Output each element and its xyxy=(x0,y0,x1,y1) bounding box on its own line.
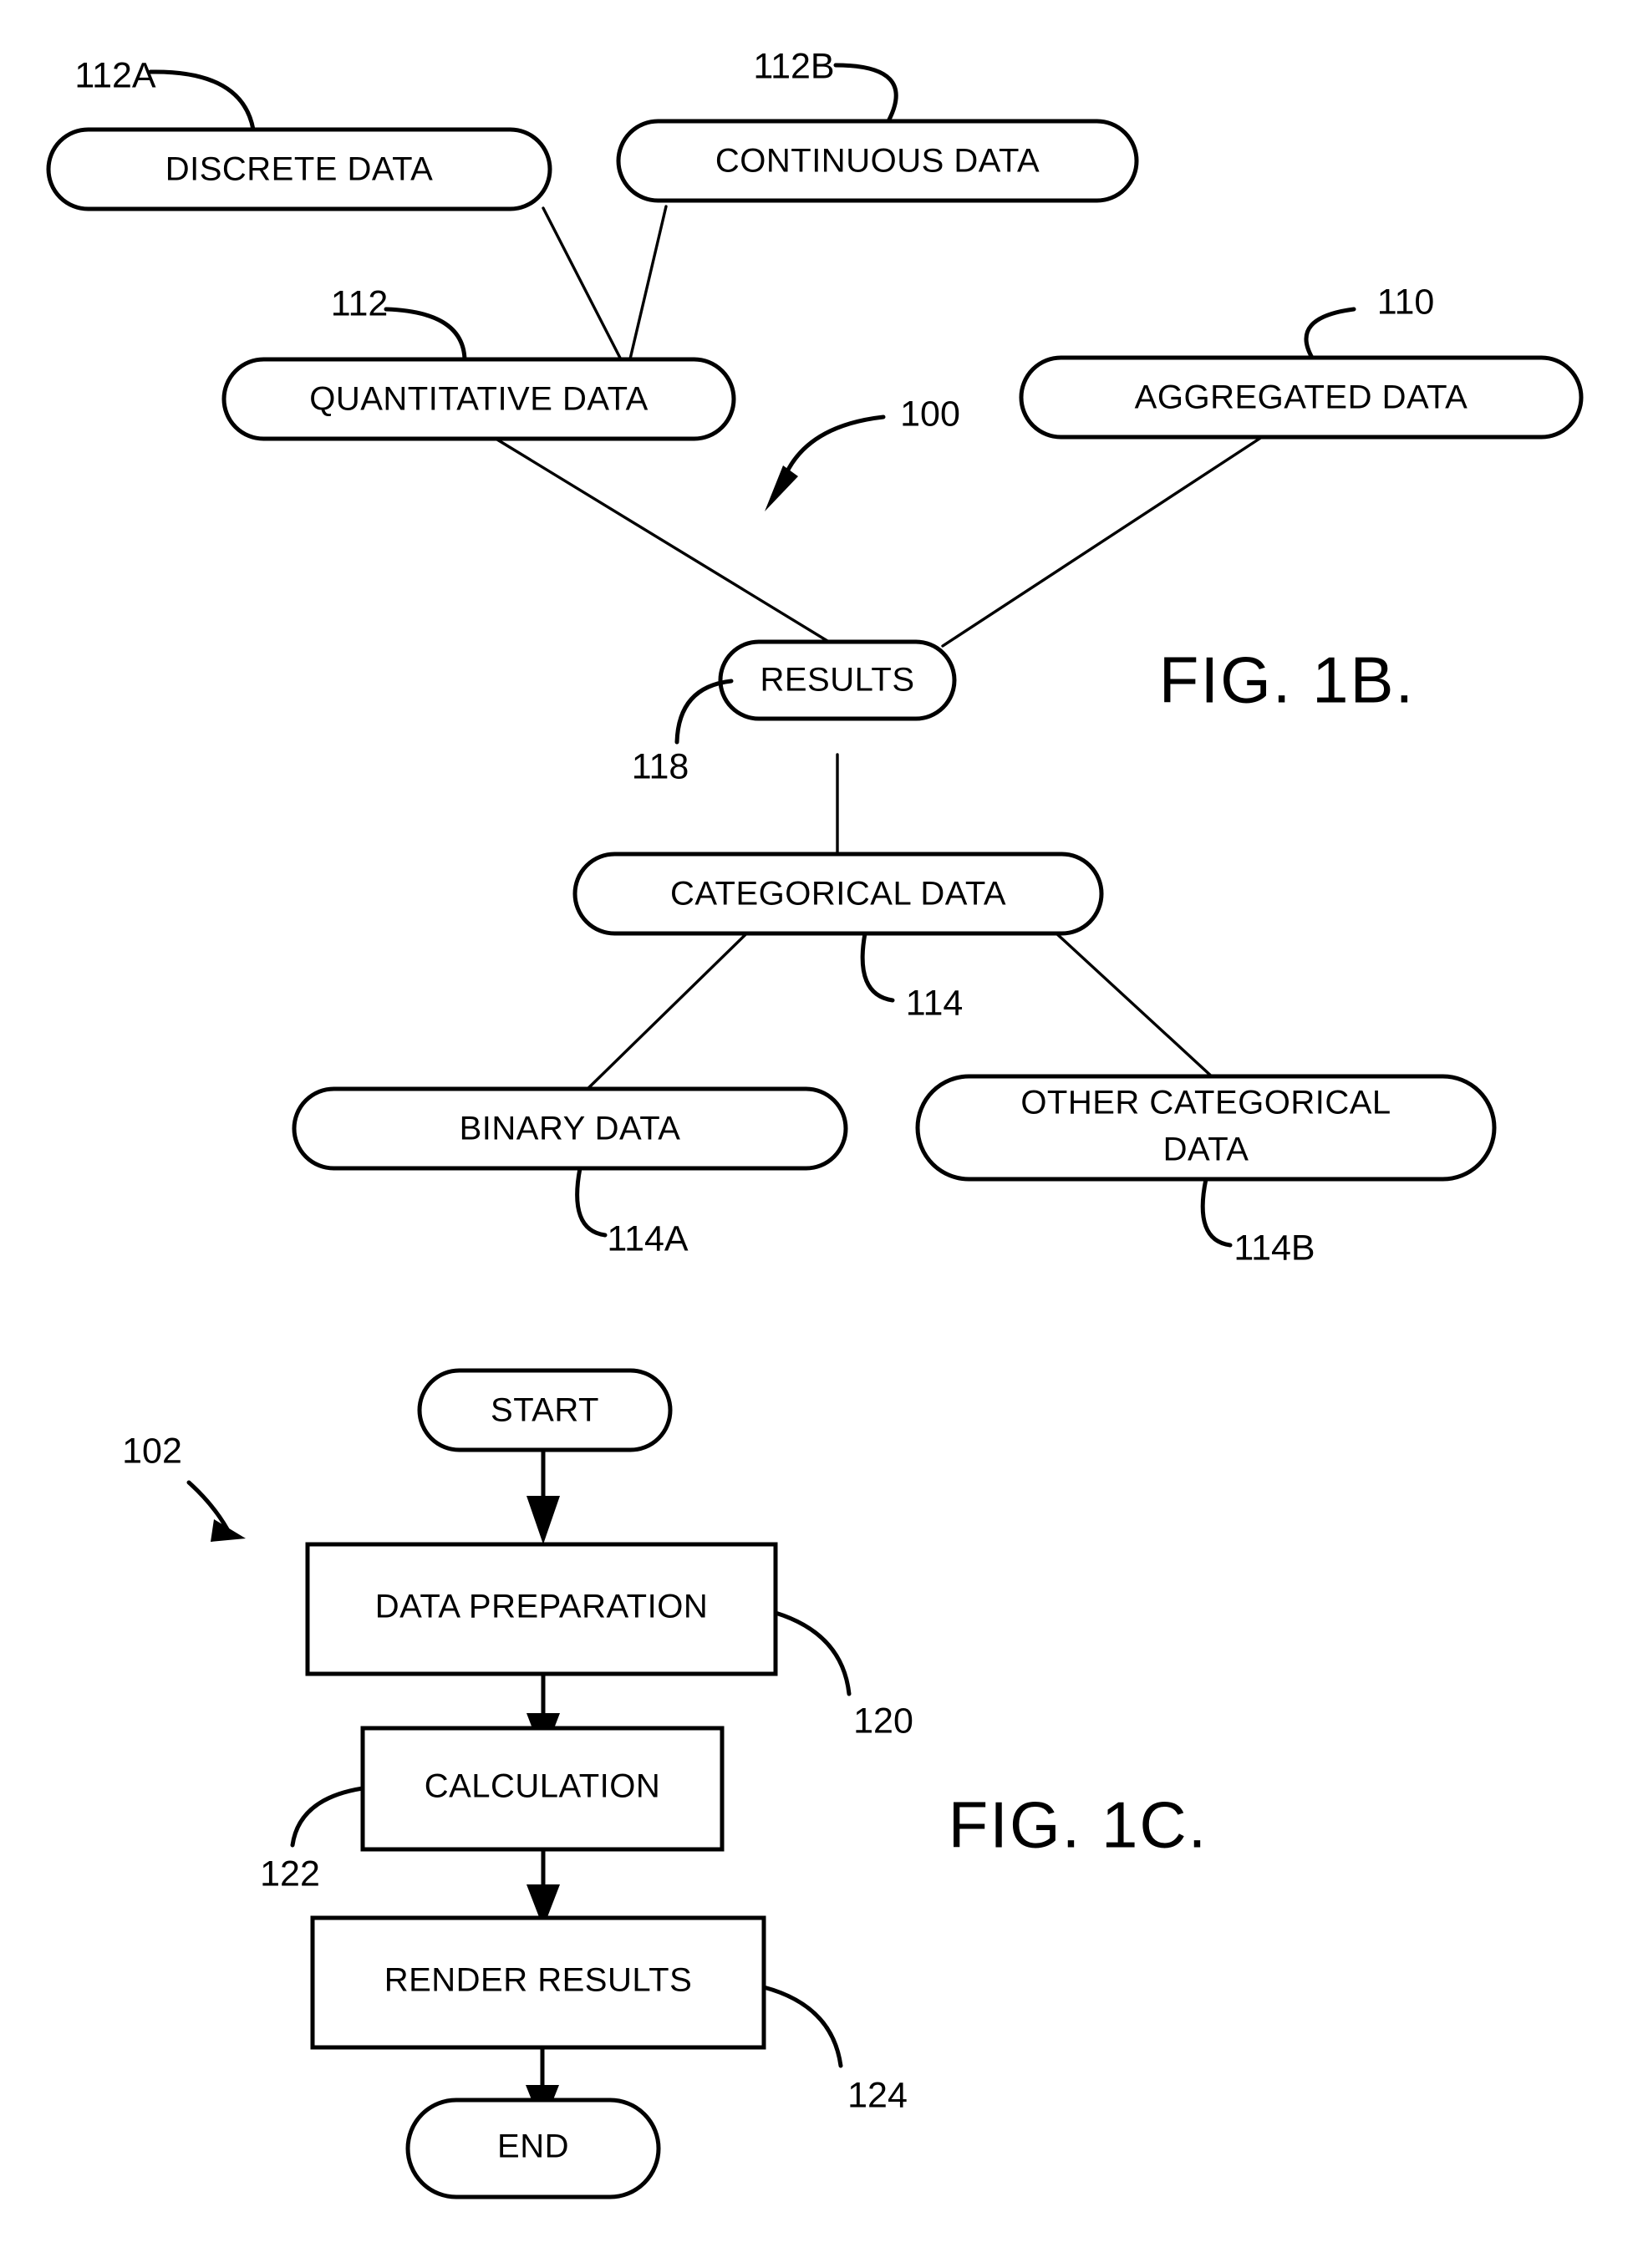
node-data-preparation-label: DATA PREPARATION xyxy=(375,1589,708,1625)
ref-122-leader xyxy=(290,1786,365,1848)
edge-categorical-binary xyxy=(584,912,769,1092)
ref-102-arrow-head xyxy=(211,1519,246,1542)
ref-114B: 114B xyxy=(1200,1177,1315,1268)
ref-114-label: 114 xyxy=(906,983,964,1023)
ref-122: 122 xyxy=(260,1786,365,1894)
node-binary-data-label: BINARY DATA xyxy=(460,1111,681,1147)
ref-112: 112 xyxy=(331,283,467,362)
node-render-results-label: RENDER RESULTS xyxy=(384,1962,693,1999)
node-aggregated-data-label: AGGREGATED DATA xyxy=(1135,379,1468,416)
ref-112B: 112B xyxy=(753,46,898,124)
ref-114B-leader xyxy=(1200,1177,1233,1248)
node-calculation-label: CALCULATION xyxy=(425,1768,661,1805)
ref-112B-leader xyxy=(833,63,898,124)
ref-120-leader xyxy=(773,1610,852,1696)
node-binary-data[interactable]: BINARY DATA xyxy=(292,1086,848,1171)
ref-112-leader xyxy=(384,307,467,362)
node-results-label: RESULTS xyxy=(760,662,914,699)
node-categorical-data-label: CATEGORICAL DATA xyxy=(670,876,1006,913)
node-calculation[interactable]: CALCULATION xyxy=(360,1726,725,1852)
ref-122-label: 122 xyxy=(260,1854,320,1894)
ref-102-arrow-curve xyxy=(186,1480,230,1532)
node-other-categorical-data-label-line1: OTHER CATEGORICAL xyxy=(1020,1085,1391,1121)
node-data-preparation[interactable]: DATA PREPARATION xyxy=(305,1542,778,1676)
ref-112B-label: 112B xyxy=(753,46,834,86)
ref-100-arrow-curve xyxy=(780,414,886,486)
ref-102-label: 102 xyxy=(122,1431,182,1471)
figure-1b-caption: FIG. 1B. xyxy=(1159,643,1415,717)
ref-112A: 112A xyxy=(74,55,256,132)
ref-112A-leader xyxy=(148,69,256,132)
ref-100: 100 xyxy=(765,394,960,511)
ref-100-arrow-head xyxy=(765,465,798,511)
edge-discrete-quantitative xyxy=(542,206,626,368)
edge-categorical-othercategorical xyxy=(1033,912,1215,1080)
ref-114A-leader xyxy=(575,1166,608,1238)
node-start[interactable]: START xyxy=(417,1368,673,1452)
node-start-label: START xyxy=(491,1392,599,1429)
node-discrete-data-label: DISCRETE DATA xyxy=(165,151,434,188)
ref-114B-label: 114B xyxy=(1234,1228,1315,1268)
ref-110: 110 xyxy=(1304,282,1435,360)
node-render-results[interactable]: RENDER RESULTS xyxy=(310,1915,766,2050)
ref-112-label: 112 xyxy=(331,283,389,323)
node-end-label: END xyxy=(497,2128,569,2165)
node-quantitative-data-label: QUANTITATIVE DATA xyxy=(309,381,649,418)
edge-aggregated-results xyxy=(941,435,1264,648)
node-end[interactable]: END xyxy=(405,2098,661,2199)
node-discrete-data[interactable]: DISCRETE DATA xyxy=(46,127,552,211)
node-quantitative-data[interactable]: QUANTITATIVE DATA xyxy=(221,357,736,441)
ref-112A-label: 112A xyxy=(74,55,156,95)
ref-120: 120 xyxy=(773,1610,913,1741)
ref-114-leader xyxy=(860,931,895,1003)
ref-114A: 114A xyxy=(575,1166,689,1259)
node-continuous-data[interactable]: CONTINUOUS DATA xyxy=(616,119,1139,203)
ref-118: 118 xyxy=(632,679,734,786)
node-other-categorical-data-label-line2: DATA xyxy=(1163,1131,1249,1168)
ref-114: 114 xyxy=(860,931,964,1023)
flow-start-to-prep-head xyxy=(526,1496,560,1544)
ref-118-label: 118 xyxy=(632,746,689,786)
figure-1c-group: 102 START DATA PREPARATION 120 CALCULATI… xyxy=(122,1368,1208,2199)
ref-110-label: 110 xyxy=(1377,282,1435,322)
figure-1c-caption: FIG. 1C. xyxy=(949,1788,1208,1862)
ref-124: 124 xyxy=(761,1985,908,2115)
ref-120-label: 120 xyxy=(853,1701,913,1741)
edge-continuous-quantitative xyxy=(627,205,668,368)
node-aggregated-data[interactable]: AGGREGATED DATA xyxy=(1019,355,1584,440)
node-results[interactable]: RESULTS xyxy=(718,639,957,721)
figure-1b-group: DISCRETE DATA 112A CONTINUOUS DATA 112B … xyxy=(46,46,1584,1268)
node-categorical-data[interactable]: CATEGORICAL DATA xyxy=(572,852,1104,936)
ref-114A-label: 114A xyxy=(607,1218,689,1259)
node-other-categorical-data[interactable]: OTHER CATEGORICAL DATA xyxy=(915,1074,1497,1182)
ref-124-leader xyxy=(761,1985,843,2068)
ref-100-label: 100 xyxy=(900,394,960,434)
figure-canvas: DISCRETE DATA 112A CONTINUOUS DATA 112B … xyxy=(46,46,1584,2199)
ref-102: 102 xyxy=(122,1431,246,1542)
patent-drawing-sheet: DISCRETE DATA 112A CONTINUOUS DATA 112B … xyxy=(0,0,1638,2268)
ref-110-leader xyxy=(1304,307,1356,360)
ref-124-label: 124 xyxy=(847,2075,908,2115)
node-continuous-data-label: CONTINUOUS DATA xyxy=(715,143,1040,180)
flow-start-to-prep xyxy=(526,1450,560,1544)
